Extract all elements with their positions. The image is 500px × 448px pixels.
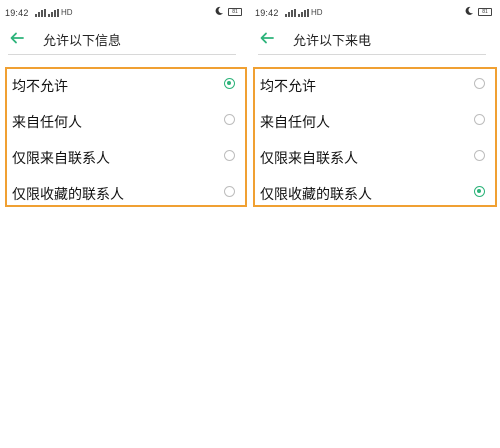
signal-indicator: HD — [285, 8, 323, 17]
status-time: 19:42 — [5, 8, 29, 18]
status-bar: 19:42 HD 81 — [0, 0, 250, 26]
battery-icon: 81 — [478, 8, 492, 16]
option-anyone[interactable]: 来自任何人 — [7, 105, 245, 141]
divider — [258, 54, 486, 55]
option-starred-contacts-only[interactable]: 仅限收藏的联系人 — [255, 177, 495, 213]
calls-settings-screen: 19:42 HD 81 允许以下来电 均不允许 来自任何人 仅限来自联系人 仅限… — [250, 0, 500, 448]
radio-selected-icon[interactable] — [224, 78, 235, 89]
radio-unselected-icon[interactable] — [224, 114, 235, 125]
option-none[interactable]: 均不允许 — [255, 69, 495, 105]
option-contacts-only[interactable]: 仅限来自联系人 — [255, 141, 495, 177]
option-anyone[interactable]: 来自任何人 — [255, 105, 495, 141]
radio-unselected-icon[interactable] — [224, 150, 235, 161]
do-not-disturb-moon-icon — [464, 6, 474, 19]
radio-unselected-icon[interactable] — [474, 150, 485, 161]
option-label: 均不允许 — [12, 79, 68, 95]
option-label: 仅限收藏的联系人 — [260, 187, 372, 203]
screenshot-comparison: 19:42 HD 81 允许以下信息 均不允许 来自任何人 仅限来自联系人 仅限… — [0, 0, 500, 448]
signal-bars-icon — [298, 8, 309, 17]
status-time: 19:42 — [255, 8, 279, 18]
option-label: 仅限来自联系人 — [12, 151, 110, 167]
signal-indicator: HD — [35, 8, 73, 17]
battery-icon: 81 — [228, 8, 242, 16]
options-list: 均不允许 来自任何人 仅限来自联系人 仅限收藏的联系人 — [253, 67, 497, 207]
back-arrow-icon[interactable] — [8, 29, 26, 47]
do-not-disturb-moon-icon — [214, 6, 224, 19]
signal-bars-icon — [285, 8, 296, 17]
radio-unselected-icon[interactable] — [224, 186, 235, 197]
network-type-label: HD — [311, 8, 323, 17]
option-label: 均不允许 — [260, 79, 316, 95]
option-label: 仅限来自联系人 — [260, 151, 358, 167]
radio-unselected-icon[interactable] — [474, 78, 485, 89]
option-none[interactable]: 均不允许 — [7, 69, 245, 105]
option-label: 仅限收藏的联系人 — [12, 187, 124, 203]
page-title: 允许以下来电 — [293, 34, 372, 49]
back-arrow-icon[interactable] — [258, 29, 276, 47]
option-label: 来自任何人 — [12, 115, 82, 131]
option-starred-contacts-only[interactable]: 仅限收藏的联系人 — [7, 177, 245, 213]
title-bar: 允许以下信息 — [0, 26, 250, 52]
radio-unselected-icon[interactable] — [474, 114, 485, 125]
title-bar: 允许以下来电 — [250, 26, 500, 52]
page-title: 允许以下信息 — [43, 34, 122, 49]
messages-settings-screen: 19:42 HD 81 允许以下信息 均不允许 来自任何人 仅限来自联系人 仅限… — [0, 0, 250, 448]
radio-selected-icon[interactable] — [474, 186, 485, 197]
network-type-label: HD — [61, 8, 73, 17]
status-bar: 19:42 HD 81 — [250, 0, 500, 26]
option-label: 来自任何人 — [260, 115, 330, 131]
signal-bars-icon — [35, 8, 46, 17]
divider — [8, 54, 236, 55]
options-list: 均不允许 来自任何人 仅限来自联系人 仅限收藏的联系人 — [5, 67, 247, 207]
signal-bars-icon — [48, 8, 59, 17]
option-contacts-only[interactable]: 仅限来自联系人 — [7, 141, 245, 177]
